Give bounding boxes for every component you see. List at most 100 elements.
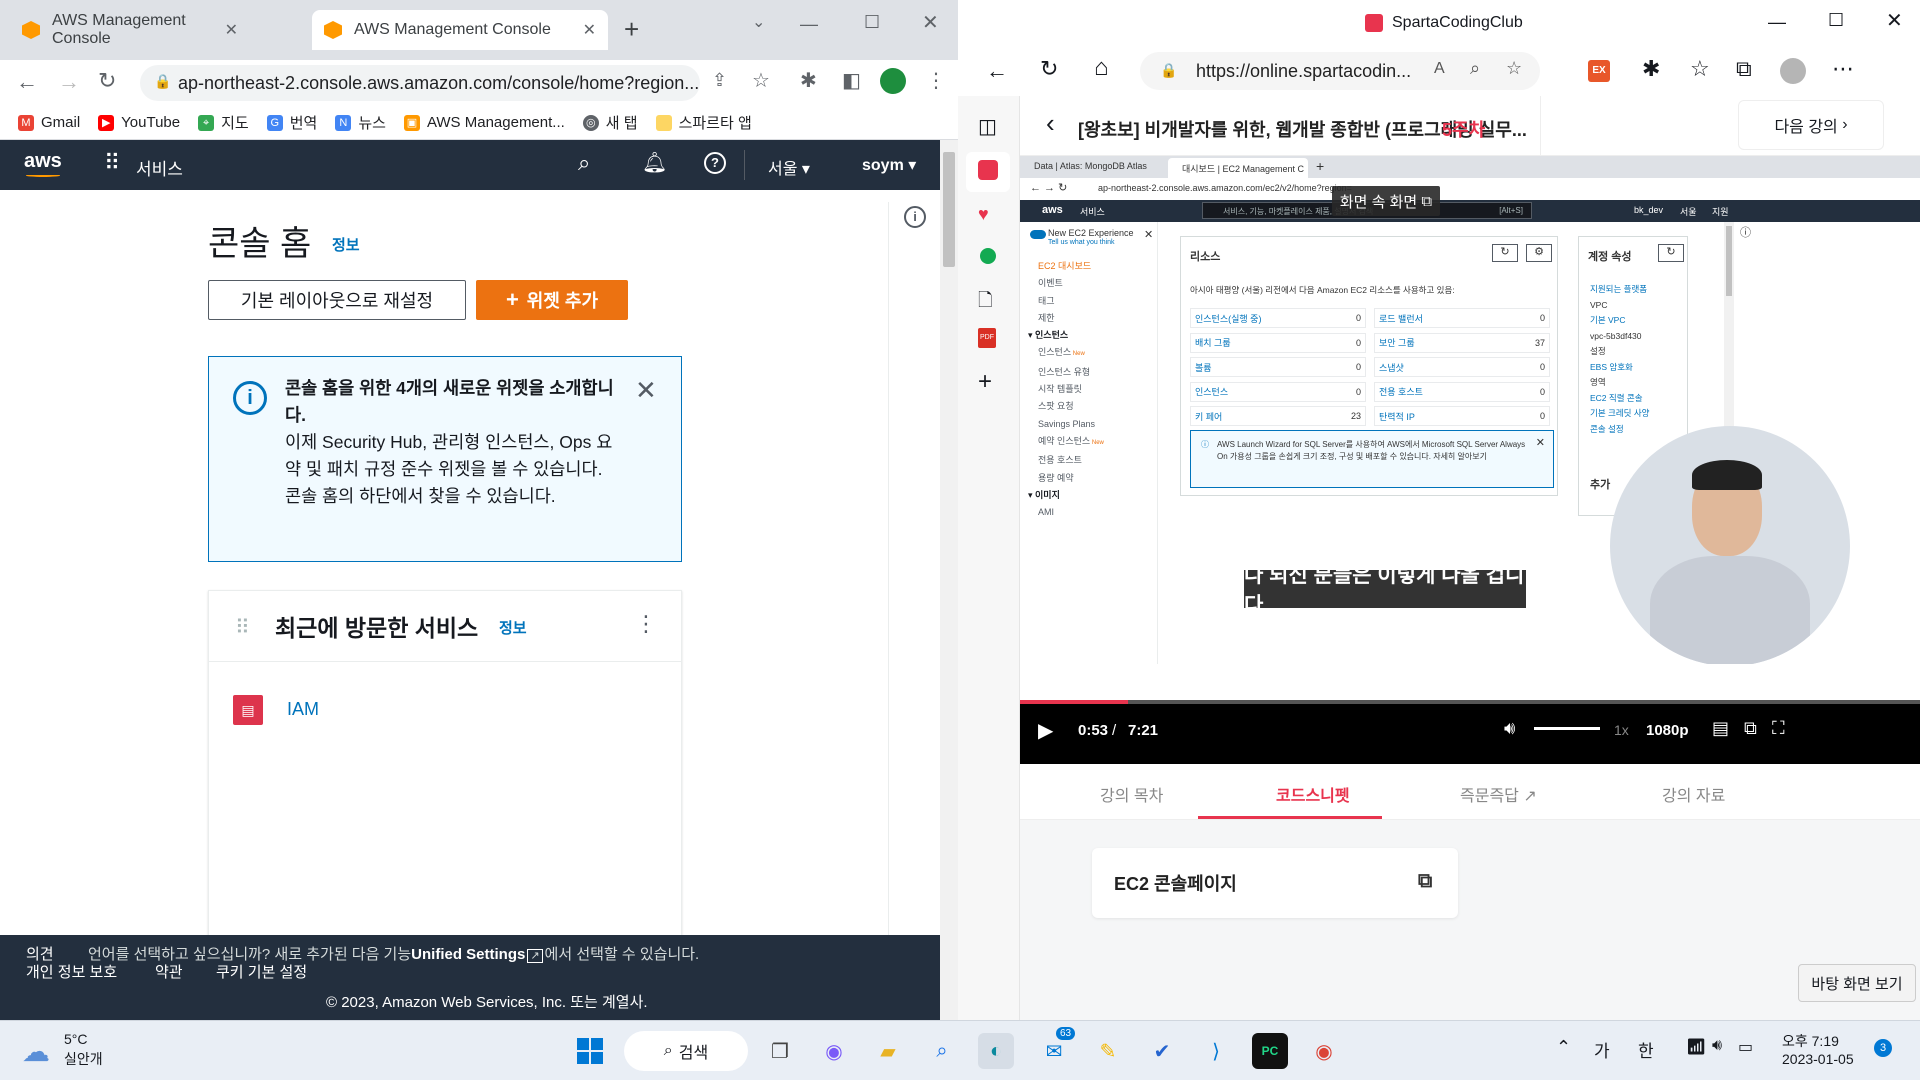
info-panel-icon[interactable]: i [904, 206, 926, 228]
extensions-icon[interactable]: ✱ [800, 68, 817, 93]
reload-icon[interactable]: ↻ [1040, 56, 1058, 82]
sticky-icon[interactable]: ✎ [1090, 1033, 1126, 1069]
drag-handle-icon[interactable]: ⠿ [235, 615, 250, 640]
menu-icon[interactable]: ⋮ [926, 68, 946, 93]
url-field[interactable]: 🔒 ap-northeast-2.console.aws.amazon.com/… [140, 65, 700, 101]
next-lecture-button[interactable]: 다음 강의 › [1738, 100, 1884, 150]
bookmark-aws[interactable]: ▣ AWS Management... [403, 114, 565, 131]
mongodb-icon[interactable] [980, 248, 996, 264]
reload-icon[interactable]: ↻ [98, 68, 116, 94]
tab-materials[interactable]: 강의 자료 [1662, 782, 1725, 806]
fullscreen-icon[interactable]: ⛶ [1772, 718, 1785, 739]
video-frame[interactable]: Data | Atlas: MongoDB Atlas 대시보드 | EC2 M… [1020, 156, 1920, 664]
copy-icon[interactable]: ⧉ [1418, 870, 1432, 893]
volume-slider[interactable] [1534, 727, 1600, 730]
maximize-icon[interactable]: ☐ [1828, 10, 1844, 31]
scrollbar[interactable] [940, 140, 958, 1020]
bookmark-sparta-app[interactable]: 스파르타 앱 [655, 112, 752, 133]
minimize-icon[interactable]: — [1768, 12, 1786, 33]
new-tab-icon[interactable]: + [624, 14, 639, 45]
teams-chat-icon[interactable]: ◉ [816, 1033, 852, 1069]
close-tab-icon[interactable]: ✕ [225, 20, 238, 40]
mail-icon[interactable]: ✉ 63 [1036, 1027, 1076, 1069]
add-sidebar-icon[interactable]: + [978, 368, 992, 396]
back-icon[interactable]: ← [986, 58, 1008, 84]
extensions-icon[interactable]: ✱ [1642, 56, 1660, 82]
tray-chevron-icon[interactable]: ⌃ [1556, 1037, 1571, 1058]
side-panel-icon[interactable]: ◧ [842, 68, 861, 93]
close-window-icon[interactable]: ✕ [1886, 8, 1903, 33]
weather-temp[interactable]: 5°C [64, 1031, 88, 1047]
cookie-prefs-link[interactable]: 쿠키 기본 설정 [216, 961, 307, 982]
clock-time[interactable]: 오후 7:19 [1782, 1031, 1839, 1051]
minimize-icon[interactable]: — [800, 14, 818, 35]
maximize-icon[interactable]: ☐ [864, 12, 880, 33]
terms-link[interactable]: 약관 [155, 961, 183, 982]
share-icon[interactable]: ⇪ [712, 70, 727, 91]
wifi-icon[interactable]: 📶︎ [1686, 1037, 1706, 1057]
tab-code-snippets[interactable]: 코드스니펫 [1276, 782, 1350, 806]
quality-label[interactable]: 1080p [1646, 722, 1689, 739]
tab-actions-icon[interactable]: ◫ [978, 114, 997, 139]
profile-avatar[interactable] [880, 68, 906, 94]
bookmark-gmail[interactable]: M Gmail [18, 114, 80, 131]
search-icon[interactable]: ⌕ [578, 150, 590, 176]
bookmark-news[interactable]: N 뉴스 [335, 112, 386, 133]
services-menu[interactable]: 서비스 [136, 155, 183, 180]
add-widget-button[interactable]: + 위젯 추가 [476, 280, 628, 320]
vscode-icon[interactable]: ⟩ [1198, 1033, 1234, 1069]
browser-tab[interactable]: AWS Management Console ✕ [10, 10, 250, 50]
pip-tooltip[interactable]: 화면 속 화면 ⧉ [1332, 186, 1440, 216]
heart-app-icon[interactable]: ♥ [978, 204, 989, 225]
unified-settings-link[interactable]: Unified Settings [411, 946, 525, 963]
taskbar-search[interactable]: ⌕ 검색 [624, 1031, 748, 1071]
tab-qna[interactable]: 즉문즉답 ↗ [1460, 782, 1537, 806]
task-view-icon[interactable]: ❐ [762, 1033, 798, 1069]
notification-badge[interactable]: 3 [1874, 1039, 1892, 1057]
pdf-icon[interactable]: PDF [978, 328, 996, 348]
ime-mode[interactable]: 가 [1594, 1037, 1610, 1062]
ime-lang[interactable]: 한 [1638, 1037, 1654, 1062]
extension-ex-icon[interactable]: EX [1588, 60, 1610, 82]
region-selector[interactable]: 서울 ▾ [768, 155, 810, 179]
todo-icon[interactable]: ✔ [1144, 1033, 1180, 1069]
account-menu[interactable]: soym ▾ [862, 155, 916, 175]
scrollbar-thumb[interactable] [943, 152, 955, 267]
recent-service-iam[interactable]: IAM [287, 699, 319, 720]
weather-icon[interactable]: ☁ [22, 1035, 50, 1068]
tab-contents[interactable]: 강의 목차 [1100, 782, 1163, 806]
browser-tab-active[interactable]: AWS Management Console ✕ [312, 10, 608, 50]
close-alert-icon[interactable]: ✕ [635, 375, 657, 406]
weather-desc[interactable]: 실안개 [64, 1049, 103, 1069]
captions-icon[interactable]: ▤ [1712, 718, 1729, 739]
help-icon[interactable]: ? [704, 152, 726, 174]
close-window-icon[interactable]: ✕ [922, 10, 939, 35]
tab-search-icon[interactable]: ⌄ [752, 12, 765, 32]
collections-icon[interactable]: ⧉ [1736, 56, 1752, 82]
sparta-app-icon[interactable] [978, 160, 998, 180]
search-app-icon[interactable]: ⌕ [924, 1033, 960, 1069]
widget-info-link[interactable]: 정보 [499, 617, 527, 638]
close-tab-icon[interactable]: ✕ [583, 20, 596, 40]
progress-track[interactable] [1020, 700, 1920, 704]
bookmark-maps[interactable]: ⌖ 지도 [198, 112, 249, 133]
chrome-icon[interactable]: ◉ [1306, 1033, 1342, 1069]
settings-more-icon[interactable]: ⋯ [1832, 56, 1854, 82]
privacy-link[interactable]: 개인 정보 보호 [26, 961, 117, 982]
aws-logo[interactable]: aws [24, 150, 62, 173]
clock-date[interactable]: 2023-01-05 [1782, 1051, 1854, 1067]
battery-icon[interactable]: ▭ [1738, 1037, 1753, 1057]
url-field[interactable]: 🔒 https://online.spartacodin... A ⌕ ☆ [1140, 52, 1540, 90]
pip-icon[interactable]: ⧉ [1744, 718, 1757, 739]
services-grid-icon[interactable]: ⠿ [104, 150, 120, 176]
read-aloud-icon[interactable]: A [1434, 60, 1445, 78]
favorite-add-icon[interactable]: ☆ [1506, 58, 1522, 79]
reset-layout-button[interactable]: 기본 레이아웃으로 재설정 [208, 280, 466, 320]
back-chevron-icon[interactable]: ‹ [1046, 108, 1055, 139]
widget-menu-icon[interactable]: ⋮ [635, 611, 657, 637]
play-icon[interactable]: ▶ [1038, 718, 1053, 743]
document-icon[interactable]: 🗋 [978, 288, 992, 318]
bookmark-translate[interactable]: G 번역 [266, 112, 317, 133]
info-link[interactable]: 정보 [332, 234, 360, 255]
volume-icon[interactable]: 🔊︎ [1504, 718, 1515, 739]
